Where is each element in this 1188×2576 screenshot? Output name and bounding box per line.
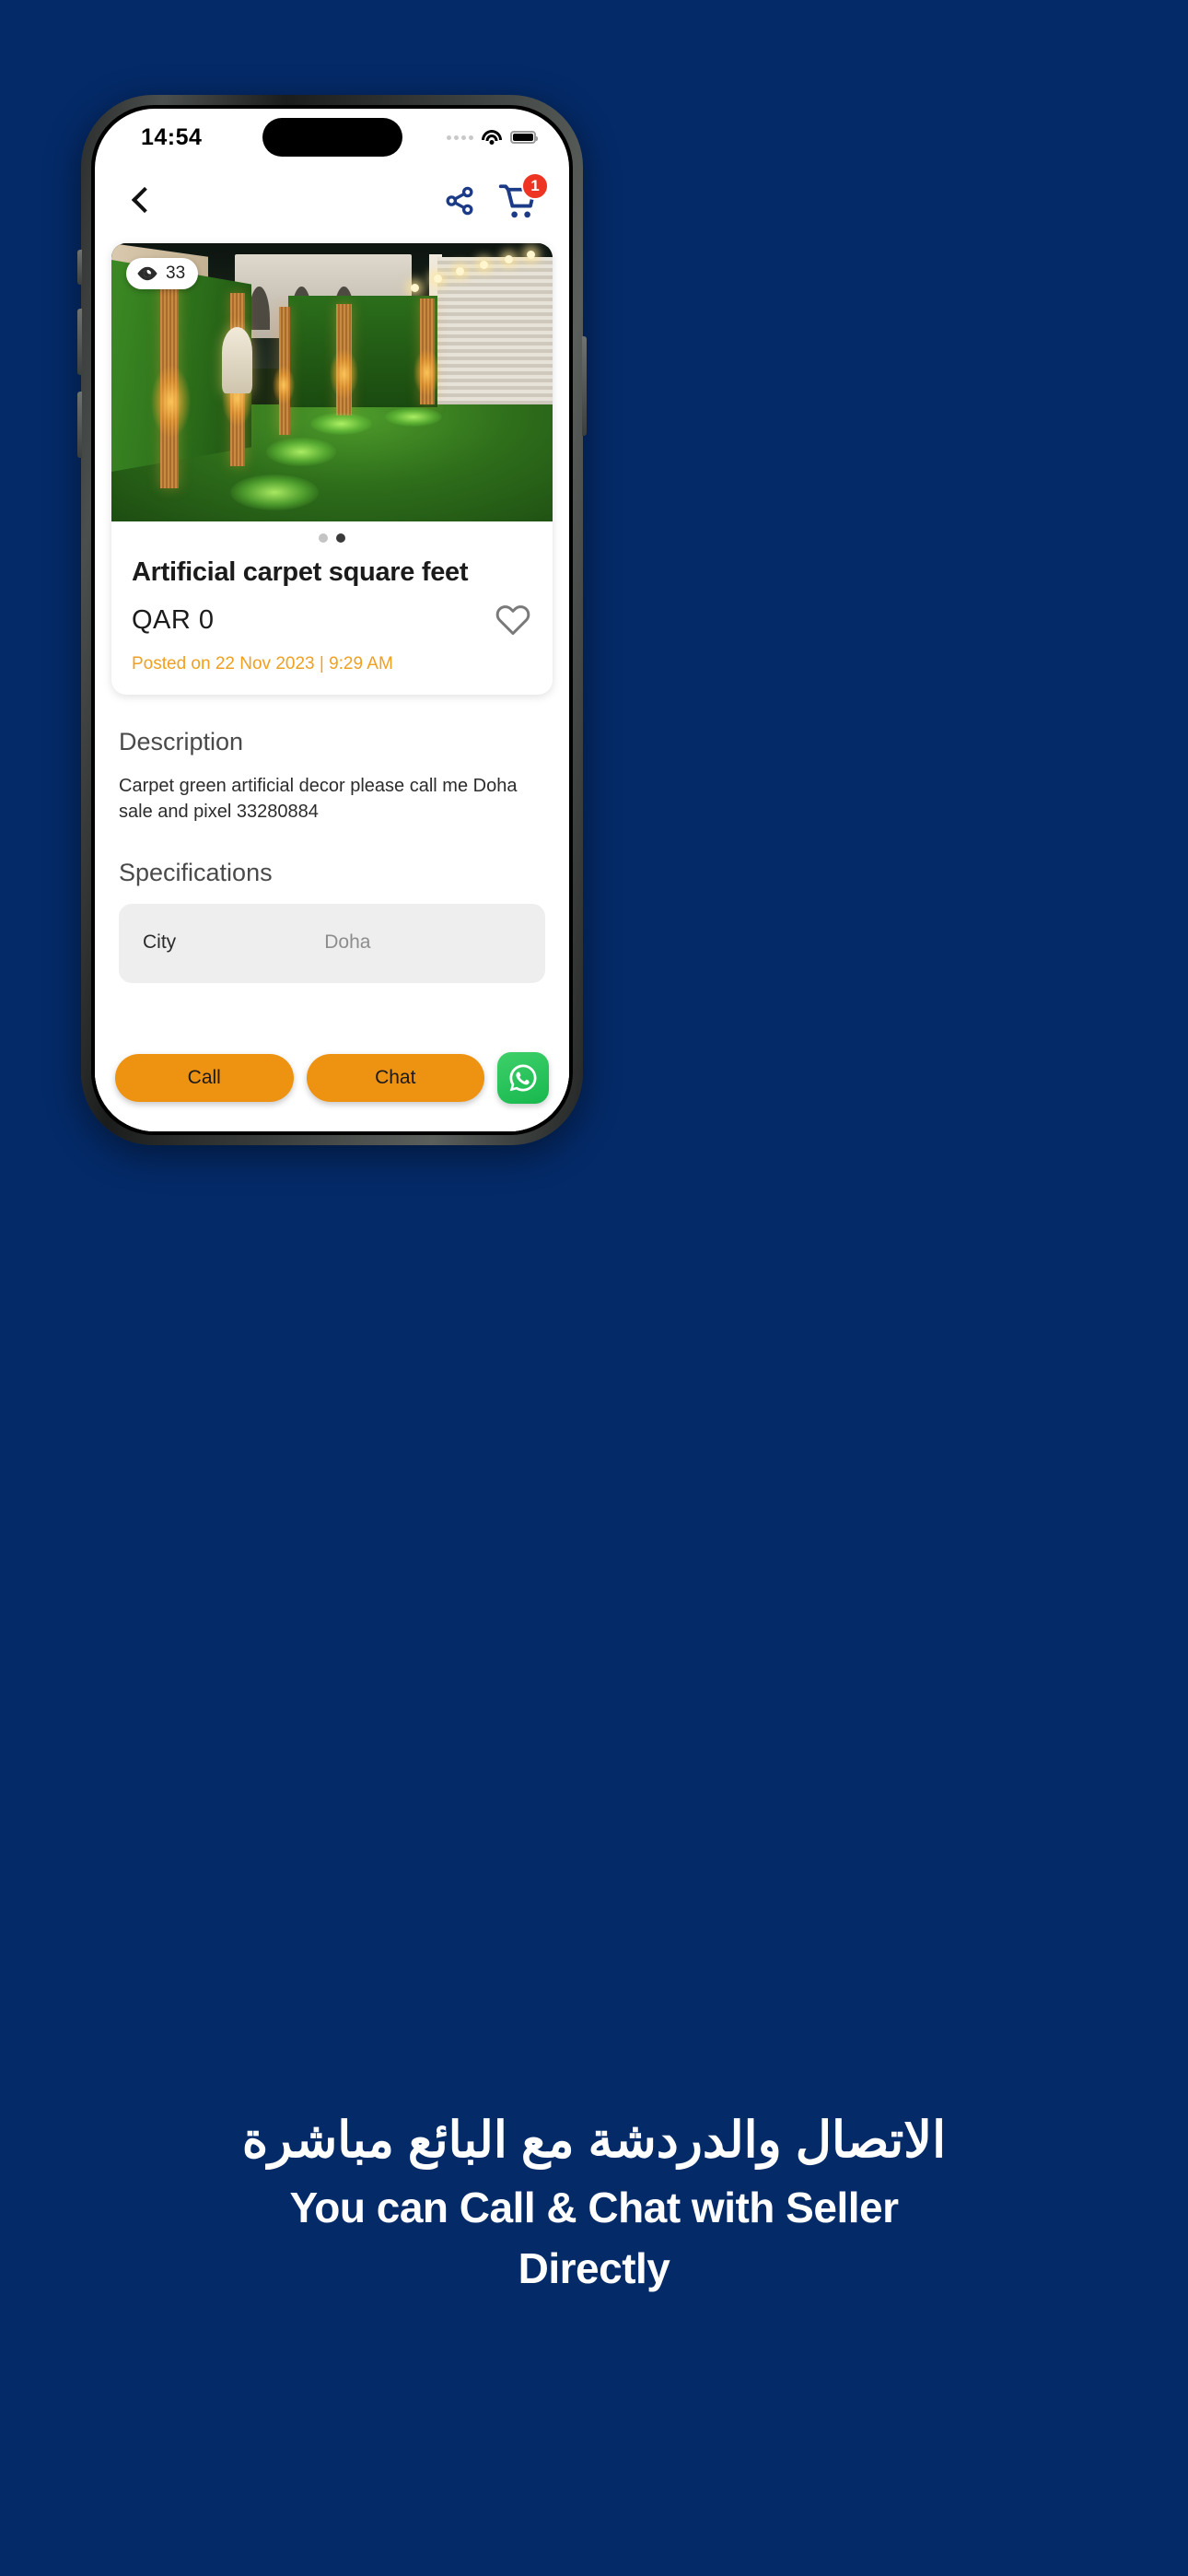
heart-outline-icon[interactable] [494,601,532,639]
carousel-dots[interactable] [111,521,553,548]
caption-english-line2: Directly [518,2243,670,2292]
cart-badge: 1 [521,172,549,200]
call-button[interactable]: Call [115,1054,294,1102]
caption-english-line1: You can Call & Chat with Seller [289,2183,899,2231]
product-price: QAR 0 [132,604,215,635]
phone-volume-down-button[interactable] [77,392,82,458]
nav-actions: 1 [442,172,549,220]
price-row: QAR 0 [132,601,532,639]
status-bar-time: 14:54 [141,123,203,150]
phone-volume-up-button[interactable] [77,309,82,375]
phone-mockup: 14:54 1 33 Artificial carpet square feet… [77,95,587,1145]
description-body: Carpet green artificial decor please cal… [119,776,518,823]
product-image[interactable]: 33 [111,243,553,521]
spec-value: Doha [324,931,371,953]
whatsapp-icon[interactable] [497,1052,549,1104]
shopping-cart-icon[interactable]: 1 [497,172,549,220]
wifi-icon [482,129,502,146]
view-count-badge: 33 [126,258,199,289]
signal-dots-icon [447,135,473,140]
specifications-table: City Doha [119,903,545,983]
status-bar: 14:54 [95,109,569,166]
view-count-value: 33 [166,263,186,283]
dynamic-island [262,118,402,157]
promo-caption: الاتصال والدردشة مع البائع مباشرة You ca… [0,2110,1188,2294]
chat-button[interactable]: Chat [306,1054,484,1102]
product-card: 33 Artificial carpet square feet QAR 0 P… [111,243,553,695]
carousel-dot-1[interactable] [319,533,328,543]
description-heading: Description [119,728,244,755]
caption-arabic: الاتصال والدردشة مع البائع مباشرة [241,2113,947,2168]
back-chevron-icon[interactable] [124,185,156,217]
phone-power-button[interactable] [582,336,587,436]
status-bar-indicators [447,129,538,146]
specifications-heading: Specifications [119,858,273,886]
share-icon[interactable] [442,183,477,218]
action-bar: Call Chat [95,1037,569,1131]
table-row: City Doha [119,931,545,954]
phone-screen: 14:54 1 33 Artificial carpet square feet… [95,109,569,1131]
battery-icon [510,131,538,144]
phone-bezel: 14:54 1 33 Artificial carpet square feet… [91,105,573,1135]
product-title: Artificial carpet square feet [132,557,469,587]
product-detail-content[interactable]: 33 Artificial carpet square feet QAR 0 P… [95,236,569,1131]
wall-fountain [221,326,253,394]
product-info: Artificial carpet square feet QAR 0 Post… [111,548,553,695]
carousel-dot-2[interactable] [336,533,345,543]
phone-silent-switch[interactable] [77,250,82,285]
app-nav-bar: 1 [95,166,569,236]
description-section: Description Carpet green artificial deco… [95,728,569,887]
spec-key: City [143,931,177,953]
promo-slide: 14:54 1 33 Artificial carpet square feet… [0,0,1188,2576]
posted-date: Posted on 22 Nov 2023 | 9:29 AM [132,654,393,673]
eye-icon [136,266,158,281]
